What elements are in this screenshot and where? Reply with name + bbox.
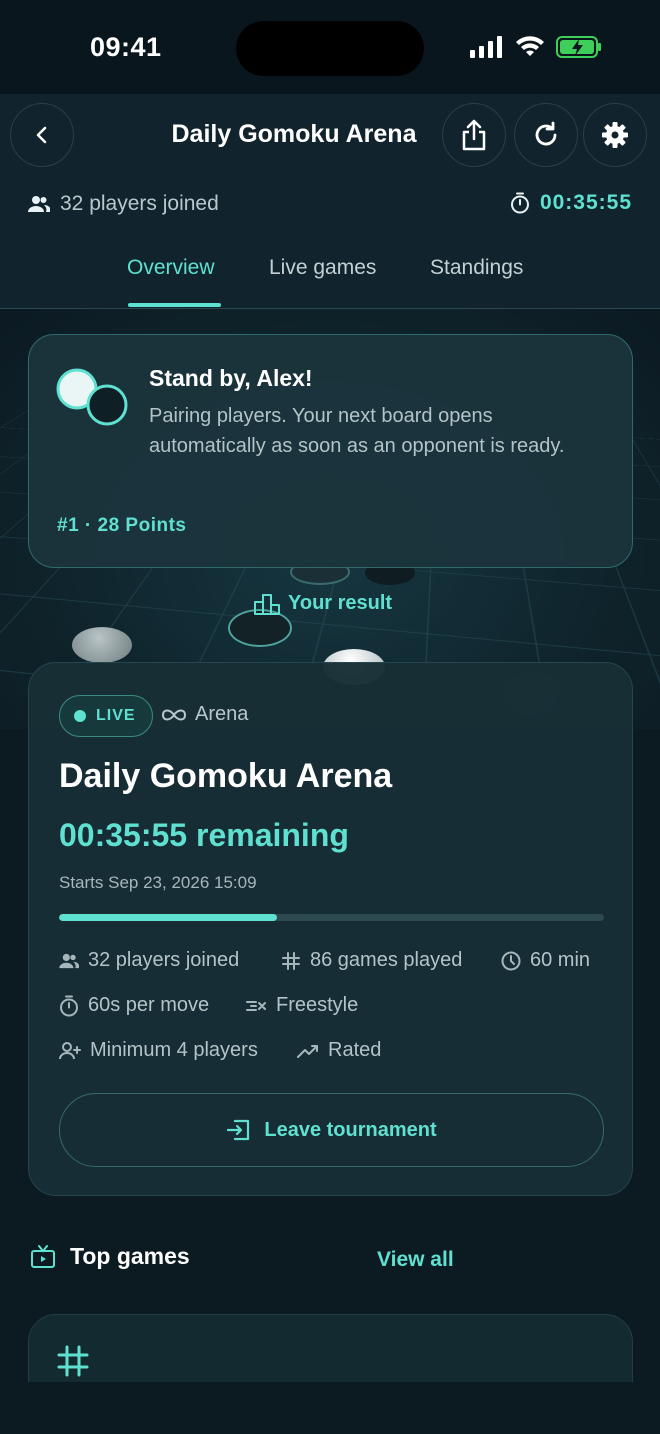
tab-bar: Overview Live games Standings <box>0 254 660 309</box>
leave-tournament-label: Leave tournament <box>264 1118 437 1141</box>
top-games-title: Top games <box>70 1243 190 1269</box>
refresh-button[interactable] <box>514 103 578 167</box>
status-time: 09:41 <box>90 32 162 62</box>
tab-standings[interactable]: Standings <box>430 256 523 280</box>
users-icon <box>59 953 79 968</box>
standby-card: Stand by, Alex! Pairing players. Your ne… <box>28 334 633 568</box>
trend-up-icon <box>297 1044 318 1058</box>
bottom-edge <box>0 1382 660 1434</box>
your-result-label: Your result <box>288 592 393 614</box>
leave-tournament-button[interactable]: Leave tournament <box>59 1093 604 1167</box>
gear-icon <box>602 122 628 148</box>
exit-icon <box>227 1119 250 1141</box>
signal-icon <box>470 36 502 58</box>
meta-minimum-text: Minimum 4 players <box>90 1039 258 1061</box>
players-joined-text: 32 players joined <box>60 192 219 215</box>
standby-message: Pairing players. Your next board opens a… <box>149 405 565 457</box>
countdown-text: 00:35:55 <box>539 191 632 214</box>
status-bar: 09:41 <box>0 0 660 94</box>
meta-games-played: 86 games played <box>281 949 462 972</box>
players-joined: 32 players joined <box>28 192 219 216</box>
clock-icon <box>501 951 521 970</box>
your-result-link[interactable]: Your result <box>254 592 392 615</box>
meta-rule-text: Freestyle <box>276 994 359 1016</box>
share-button[interactable] <box>442 103 506 167</box>
tab-overview[interactable]: Overview <box>127 256 215 280</box>
tournament-card: LIVE Arena Daily Gomoku Arena 00:35:55 r… <box>28 662 633 1196</box>
tournament-type-label: Arena <box>195 703 249 725</box>
dynamic-island <box>236 21 424 76</box>
meta-rule: Freestyle <box>245 994 358 1017</box>
view-all-link[interactable]: View all <box>377 1248 454 1272</box>
settings-button[interactable] <box>583 103 647 167</box>
meta-per-move-text: 60s per move <box>88 994 210 1016</box>
meta-players-text: 32 players joined <box>88 949 240 971</box>
wifi-icon <box>516 36 544 56</box>
meta-rated-text: Rated <box>328 1039 382 1061</box>
tournament-header: Daily Gomoku Arena 32 players joined 00:… <box>0 94 660 309</box>
rank-points: #1 · 28 Points <box>57 515 187 536</box>
podium-icon <box>254 593 280 615</box>
stopwatch-icon <box>60 995 78 1016</box>
stopwatch-icon <box>510 192 529 214</box>
meta-games-played-text: 86 games played <box>310 949 463 971</box>
status-icons <box>470 36 602 58</box>
meta-duration-text: 60 min <box>530 949 591 971</box>
user-add-icon <box>59 1041 81 1059</box>
tv-icon <box>31 1244 55 1268</box>
infinity-icon <box>161 709 187 720</box>
share-icon <box>462 119 486 151</box>
meta-per-move: 60s per move <box>59 994 209 1017</box>
live-label: LIVE <box>96 707 136 724</box>
progress-bar <box>59 914 604 921</box>
meta-minimum: Minimum 4 players <box>59 1039 258 1062</box>
top-games-heading: Top games <box>30 1243 190 1270</box>
tournament-type: Arena <box>161 703 248 726</box>
users-icon <box>28 196 50 212</box>
refresh-icon <box>535 121 557 146</box>
meta-duration: 60 min <box>501 949 590 972</box>
stones-icon <box>56 368 128 426</box>
meta-rated: Rated <box>297 1039 381 1062</box>
grid-icon <box>57 1345 89 1377</box>
live-badge: LIVE <box>59 695 153 737</box>
tournament-title: Daily Gomoku Arena <box>59 757 393 795</box>
hash-icon <box>282 951 300 970</box>
rule-icon <box>246 1000 266 1011</box>
start-time: Starts Sep 23, 2026 15:09 <box>59 873 257 892</box>
progress-fill <box>59 914 277 921</box>
live-dot <box>74 710 86 722</box>
battery-charging-icon <box>556 36 601 58</box>
tab-live-games[interactable]: Live games <box>269 256 376 280</box>
board-stone <box>72 627 132 663</box>
standby-title: Stand by, Alex! <box>149 365 313 391</box>
time-remaining: 00:35:55 remaining <box>59 817 349 853</box>
meta-players: 32 players joined <box>59 949 239 972</box>
countdown-timer: 00:35:55 <box>510 191 632 215</box>
active-tab-indicator <box>128 303 221 307</box>
